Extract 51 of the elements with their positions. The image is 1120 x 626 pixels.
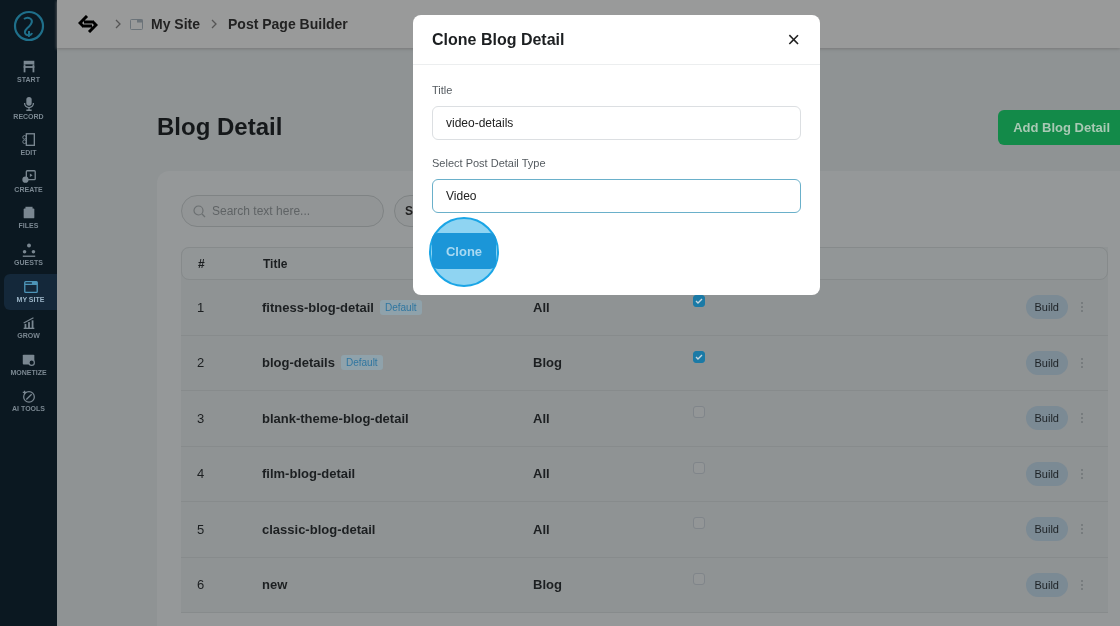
column-header: Title	[263, 256, 289, 271]
table-cell: new	[262, 577, 288, 593]
document-icon	[20, 132, 37, 149]
input-field[interactable]: video-details	[432, 106, 801, 140]
column-header: #	[197, 256, 206, 271]
build-button[interactable]: Build	[1025, 295, 1068, 320]
logo-icon[interactable]	[78, 15, 98, 33]
table-cell-text: All	[533, 521, 551, 537]
breadcrumb-link[interactable]: My Site	[151, 16, 200, 32]
table-cell-text: 4	[196, 466, 206, 482]
chevron-icon	[210, 19, 218, 29]
field-label: Select Post Detail Type	[432, 157, 547, 169]
default-badge: Default	[340, 355, 383, 371]
dialog-title: Clone Blog Detail	[432, 30, 565, 49]
close-button[interactable]: ×	[785, 28, 802, 51]
build-button[interactable]: Build	[1025, 350, 1068, 375]
checkbox[interactable]	[693, 295, 705, 308]
table-cell-text: Blog	[533, 355, 563, 371]
browser-window-icon	[22, 278, 39, 295]
table-cell: film-blog-detail	[262, 466, 356, 482]
table-cell-text: 2	[196, 355, 206, 371]
table-cell: blank-theme-blog-detail	[262, 410, 409, 426]
table-cell-text: All	[533, 410, 551, 426]
build-button[interactable]: Build	[1025, 572, 1068, 597]
media-icon	[20, 168, 37, 185]
table-cell-text: 6	[196, 577, 206, 593]
table-cell: blog-details	[262, 355, 335, 371]
page-title: Blog Detail	[157, 113, 283, 141]
default-badge: Default	[379, 299, 422, 315]
check-icon	[695, 297, 703, 306]
chevron-icon	[114, 19, 122, 29]
table-cell-text: All	[533, 466, 551, 482]
table-cell-text: 5	[196, 521, 206, 537]
table-cell-text: 3	[196, 410, 206, 426]
table-cell-text: All	[533, 299, 551, 315]
select-field[interactable]: Video	[432, 179, 801, 213]
table-cell-text: 1	[196, 299, 206, 315]
people-icon	[20, 241, 37, 258]
logo-icon[interactable]	[12, 10, 45, 42]
field-label: Title	[432, 84, 454, 96]
build-button[interactable]: Build	[1025, 406, 1068, 431]
check-icon	[695, 352, 703, 361]
table-cell: classic-blog-detail	[262, 521, 376, 537]
build-button[interactable]: Build	[1025, 461, 1068, 486]
table-cell-text: Blog	[533, 577, 563, 593]
chart-icon	[20, 315, 37, 332]
build-button[interactable]: Build	[1025, 517, 1068, 542]
browser-window-icon	[130, 18, 143, 30]
table-cell: fitness-blog-detail	[262, 299, 374, 315]
breadcrumb-link[interactable]: Post Page Builder	[228, 16, 348, 32]
checkbox[interactable]	[693, 350, 705, 363]
